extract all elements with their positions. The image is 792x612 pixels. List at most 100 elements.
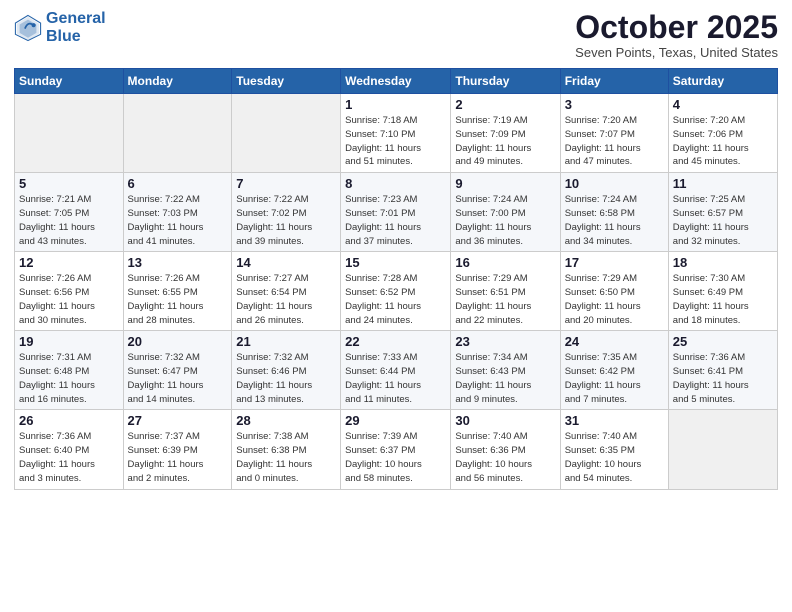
day-info: Sunrise: 7:20 AM Sunset: 7:06 PM Dayligh… bbox=[673, 114, 773, 169]
calendar-cell: 13 Sunrise: 7:26 AM Sunset: 6:55 PM Dayli… bbox=[123, 252, 232, 331]
day-number: 3 bbox=[565, 97, 664, 112]
calendar: SundayMondayTuesdayWednesdayThursdayFrid… bbox=[14, 68, 778, 489]
day-info: Sunrise: 7:20 AM Sunset: 7:07 PM Dayligh… bbox=[565, 114, 664, 169]
day-info: Sunrise: 7:26 AM Sunset: 6:56 PM Dayligh… bbox=[19, 272, 119, 327]
col-header-tuesday: Tuesday bbox=[232, 69, 341, 94]
day-number: 19 bbox=[19, 334, 119, 349]
day-info: Sunrise: 7:34 AM Sunset: 6:43 PM Dayligh… bbox=[455, 351, 555, 406]
day-info: Sunrise: 7:28 AM Sunset: 6:52 PM Dayligh… bbox=[345, 272, 446, 327]
day-info: Sunrise: 7:33 AM Sunset: 6:44 PM Dayligh… bbox=[345, 351, 446, 406]
day-info: Sunrise: 7:23 AM Sunset: 7:01 PM Dayligh… bbox=[345, 193, 446, 248]
day-number: 27 bbox=[128, 413, 228, 428]
day-number: 16 bbox=[455, 255, 555, 270]
calendar-cell: 11Sunrise: 7:25 AM Sunset: 6:57 PM Dayli… bbox=[668, 173, 777, 252]
day-number: 1 bbox=[345, 97, 446, 112]
calendar-cell: 17 Sunrise: 7:29 AM Sunset: 6:50 PM Dayli… bbox=[560, 252, 668, 331]
day-info: Sunrise: 7:36 AM Sunset: 6:40 PM Dayligh… bbox=[19, 430, 119, 485]
calendar-cell: 21 Sunrise: 7:32 AM Sunset: 6:46 PM Dayli… bbox=[232, 331, 341, 410]
day-info: Sunrise: 7:30 AM Sunset: 6:49 PM Dayligh… bbox=[673, 272, 773, 327]
day-info: Sunrise: 7:27 AM Sunset: 6:54 PM Dayligh… bbox=[236, 272, 336, 327]
logo-line2: Blue bbox=[46, 28, 81, 45]
logo: General Blue bbox=[14, 10, 106, 45]
day-info: Sunrise: 7:25 AM Sunset: 6:57 PM Dayligh… bbox=[673, 193, 773, 248]
header: General Blue October 2025 Seven Points, … bbox=[14, 10, 778, 60]
day-number: 5 bbox=[19, 176, 119, 191]
calendar-cell: 31 Sunrise: 7:40 AM Sunset: 6:35 PM Dayli… bbox=[560, 410, 668, 489]
logo-text: General Blue bbox=[46, 10, 106, 45]
day-number: 18 bbox=[673, 255, 773, 270]
day-info: Sunrise: 7:35 AM Sunset: 6:42 PM Dayligh… bbox=[565, 351, 664, 406]
day-info: Sunrise: 7:21 AM Sunset: 7:05 PM Dayligh… bbox=[19, 193, 119, 248]
week-row-5: 26Sunrise: 7:36 AM Sunset: 6:40 PM Dayli… bbox=[15, 410, 778, 489]
page: General Blue October 2025 Seven Points, … bbox=[0, 0, 792, 612]
calendar-cell: 15 Sunrise: 7:28 AM Sunset: 6:52 PM Dayli… bbox=[341, 252, 451, 331]
day-number: 2 bbox=[455, 97, 555, 112]
header-row: SundayMondayTuesdayWednesdayThursdayFrid… bbox=[15, 69, 778, 94]
calendar-cell: 10 Sunrise: 7:24 AM Sunset: 6:58 PM Dayli… bbox=[560, 173, 668, 252]
col-header-saturday: Saturday bbox=[668, 69, 777, 94]
calendar-cell: 24 Sunrise: 7:35 AM Sunset: 6:42 PM Dayli… bbox=[560, 331, 668, 410]
col-header-friday: Friday bbox=[560, 69, 668, 94]
day-number: 7 bbox=[236, 176, 336, 191]
day-number: 17 bbox=[565, 255, 664, 270]
day-info: Sunrise: 7:32 AM Sunset: 6:46 PM Dayligh… bbox=[236, 351, 336, 406]
week-row-3: 12 Sunrise: 7:26 AM Sunset: 6:56 PM Dayli… bbox=[15, 252, 778, 331]
day-info: Sunrise: 7:29 AM Sunset: 6:51 PM Dayligh… bbox=[455, 272, 555, 327]
day-number: 6 bbox=[128, 176, 228, 191]
week-row-2: 5 Sunrise: 7:21 AM Sunset: 7:05 PM Daylig… bbox=[15, 173, 778, 252]
calendar-cell: 19Sunrise: 7:31 AM Sunset: 6:48 PM Dayli… bbox=[15, 331, 124, 410]
week-row-1: 1 Sunrise: 7:18 AM Sunset: 7:10 PM Daylig… bbox=[15, 94, 778, 173]
day-info: Sunrise: 7:18 AM Sunset: 7:10 PM Dayligh… bbox=[345, 114, 446, 169]
calendar-cell: 12 Sunrise: 7:26 AM Sunset: 6:56 PM Dayli… bbox=[15, 252, 124, 331]
day-number: 20 bbox=[128, 334, 228, 349]
day-info: Sunrise: 7:38 AM Sunset: 6:38 PM Dayligh… bbox=[236, 430, 336, 485]
calendar-cell: 22Sunrise: 7:33 AM Sunset: 6:44 PM Dayli… bbox=[341, 331, 451, 410]
day-info: Sunrise: 7:22 AM Sunset: 7:03 PM Dayligh… bbox=[128, 193, 228, 248]
day-info: Sunrise: 7:40 AM Sunset: 6:36 PM Dayligh… bbox=[455, 430, 555, 485]
day-number: 14 bbox=[236, 255, 336, 270]
calendar-cell: 25Sunrise: 7:36 AM Sunset: 6:41 PM Dayli… bbox=[668, 331, 777, 410]
day-info: Sunrise: 7:39 AM Sunset: 6:37 PM Dayligh… bbox=[345, 430, 446, 485]
calendar-cell: 8 Sunrise: 7:23 AM Sunset: 7:01 PM Daylig… bbox=[341, 173, 451, 252]
day-number: 13 bbox=[128, 255, 228, 270]
calendar-cell: 1 Sunrise: 7:18 AM Sunset: 7:10 PM Daylig… bbox=[341, 94, 451, 173]
calendar-cell bbox=[668, 410, 777, 489]
col-header-monday: Monday bbox=[123, 69, 232, 94]
day-info: Sunrise: 7:37 AM Sunset: 6:39 PM Dayligh… bbox=[128, 430, 228, 485]
day-number: 8 bbox=[345, 176, 446, 191]
day-number: 25 bbox=[673, 334, 773, 349]
logo-line1: General bbox=[46, 10, 106, 27]
logo-icon bbox=[14, 14, 42, 42]
month-title: October 2025 bbox=[575, 10, 778, 45]
calendar-cell: 14 Sunrise: 7:27 AM Sunset: 6:54 PM Dayli… bbox=[232, 252, 341, 331]
calendar-cell: 23Sunrise: 7:34 AM Sunset: 6:43 PM Dayli… bbox=[451, 331, 560, 410]
col-header-thursday: Thursday bbox=[451, 69, 560, 94]
day-info: Sunrise: 7:26 AM Sunset: 6:55 PM Dayligh… bbox=[128, 272, 228, 327]
day-number: 31 bbox=[565, 413, 664, 428]
day-number: 24 bbox=[565, 334, 664, 349]
day-number: 4 bbox=[673, 97, 773, 112]
calendar-cell: 6 Sunrise: 7:22 AM Sunset: 7:03 PM Daylig… bbox=[123, 173, 232, 252]
day-number: 12 bbox=[19, 255, 119, 270]
calendar-cell: 9Sunrise: 7:24 AM Sunset: 7:00 PM Daylig… bbox=[451, 173, 560, 252]
day-number: 21 bbox=[236, 334, 336, 349]
week-row-4: 19Sunrise: 7:31 AM Sunset: 6:48 PM Dayli… bbox=[15, 331, 778, 410]
calendar-cell: 18 Sunrise: 7:30 AM Sunset: 6:49 PM Dayli… bbox=[668, 252, 777, 331]
day-number: 28 bbox=[236, 413, 336, 428]
title-block: October 2025 Seven Points, Texas, United… bbox=[575, 10, 778, 60]
col-header-sunday: Sunday bbox=[15, 69, 124, 94]
day-info: Sunrise: 7:24 AM Sunset: 6:58 PM Dayligh… bbox=[565, 193, 664, 248]
calendar-cell: 2Sunrise: 7:19 AM Sunset: 7:09 PM Daylig… bbox=[451, 94, 560, 173]
calendar-cell: 7Sunrise: 7:22 AM Sunset: 7:02 PM Daylig… bbox=[232, 173, 341, 252]
day-info: Sunrise: 7:40 AM Sunset: 6:35 PM Dayligh… bbox=[565, 430, 664, 485]
day-number: 10 bbox=[565, 176, 664, 191]
calendar-cell bbox=[15, 94, 124, 173]
day-info: Sunrise: 7:29 AM Sunset: 6:50 PM Dayligh… bbox=[565, 272, 664, 327]
calendar-cell: 28 Sunrise: 7:38 AM Sunset: 6:38 PM Dayli… bbox=[232, 410, 341, 489]
calendar-cell: 16 Sunrise: 7:29 AM Sunset: 6:51 PM Dayli… bbox=[451, 252, 560, 331]
day-number: 29 bbox=[345, 413, 446, 428]
day-info: Sunrise: 7:24 AM Sunset: 7:00 PM Dayligh… bbox=[455, 193, 555, 248]
day-info: Sunrise: 7:32 AM Sunset: 6:47 PM Dayligh… bbox=[128, 351, 228, 406]
day-number: 15 bbox=[345, 255, 446, 270]
location-subtitle: Seven Points, Texas, United States bbox=[575, 45, 778, 60]
